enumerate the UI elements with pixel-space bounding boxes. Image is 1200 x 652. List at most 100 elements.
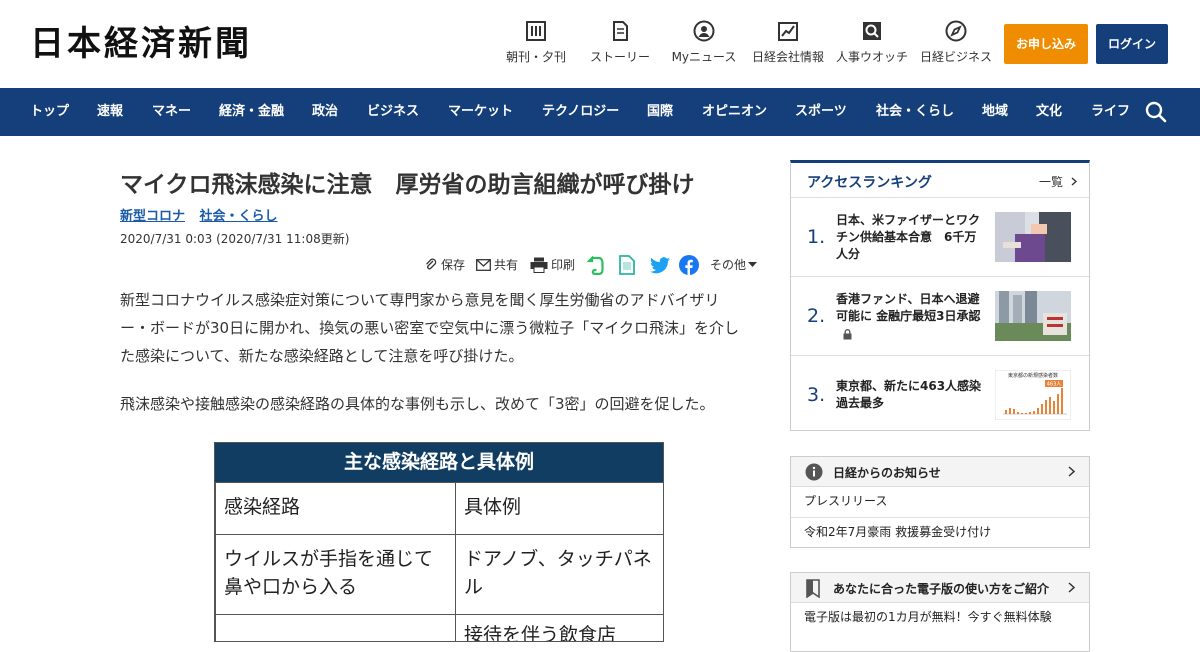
- article-paragraph: 新型コロナウイルス感染症対策について専門家から意見を聞く厚生労働省のアドバイザリ…: [120, 291, 739, 365]
- other-share-dropdown[interactable]: その他: [710, 255, 760, 275]
- print-button[interactable]: 印刷: [530, 255, 575, 275]
- share-label: 共有: [494, 258, 519, 272]
- bookmark-icon: [806, 579, 820, 598]
- notice-item[interactable]: プレスリリース: [791, 487, 1089, 517]
- infection-route-figure[interactable]: 主な感染経路と具体例 感染経路 具体例 ウイルスが手指を通じて鼻や口から入る ド…: [214, 442, 664, 642]
- table-row: 感染経路 具体例: [215, 482, 663, 535]
- table-cell: ウイルスが手指を通じて鼻や口から入る: [215, 534, 456, 615]
- nav-item[interactable]: オピニオン: [702, 88, 767, 136]
- link-personnel-watch-label: 人事ウオッチ: [835, 50, 908, 64]
- table-header-cell: 具体例: [455, 482, 663, 535]
- nav-item[interactable]: ライフ: [1091, 88, 1130, 136]
- access-ranking: アクセスランキング 一覧 1. 日本、米ファイザーとワクチン供給基本合意 6千万…: [790, 160, 1090, 431]
- link-paper-edition[interactable]: 朝刊・夕刊: [494, 20, 578, 65]
- ranking-headline: 香港ファンド、日本へ退避可能に 金融庁最短3日承認: [836, 292, 981, 323]
- save-label: 保存: [441, 258, 466, 272]
- caret-down-icon: [748, 262, 757, 267]
- search-person-icon: [863, 22, 881, 40]
- site-logo[interactable]: 日本経済新聞: [30, 24, 252, 64]
- link-story[interactable]: ストーリー: [578, 20, 662, 65]
- nav-item[interactable]: 政治: [312, 88, 338, 136]
- nav-item[interactable]: 文化: [1036, 88, 1062, 136]
- nav-item[interactable]: マネー: [152, 88, 191, 136]
- search-icon[interactable]: [1144, 100, 1168, 124]
- site-header: 日本経済新聞 朝刊・夕刊 ストーリー Myニュース 日経会社情報 人事ウオッチ …: [0, 0, 1200, 88]
- user-icon: [693, 20, 715, 42]
- notices-title: 日経からのお知らせ: [833, 466, 941, 480]
- link-company-info[interactable]: 日経会社情報: [746, 20, 830, 65]
- table-header-cell: 感染経路: [215, 482, 456, 535]
- ranking-item[interactable]: 2. 香港ファンド、日本へ退避可能に 金融庁最短3日承認: [791, 276, 1089, 354]
- nav-item[interactable]: ビジネス: [367, 88, 419, 136]
- nav-item[interactable]: 社会・くらし: [876, 88, 954, 136]
- twitter-icon: [650, 256, 670, 273]
- ranking-number: 3.: [807, 384, 826, 406]
- guide-header[interactable]: あなたに合った電子版の使い方をご紹介: [791, 573, 1089, 603]
- table-row: ウイルスが手指を通じて鼻や口から入る ドアノブ、タッチパネル: [215, 534, 663, 615]
- facebook-button[interactable]: [679, 255, 702, 275]
- ranking-item[interactable]: 3. 東京都、新たに463人感染 過去最多 東京都の新規感染者数 463人: [791, 355, 1089, 433]
- nav-item[interactable]: 速報: [97, 88, 123, 136]
- mail-icon: [476, 259, 491, 271]
- link-personnel-watch[interactable]: 人事ウオッチ: [830, 20, 914, 65]
- nav-item[interactable]: 経済・金融: [219, 88, 284, 136]
- nav-item[interactable]: 地域: [982, 88, 1008, 136]
- chevron-right-icon: [1068, 582, 1075, 593]
- subscribe-button[interactable]: お申し込み: [1004, 24, 1088, 64]
- article-date: 2020/7/31 0:03 (2020/7/31 11:08更新): [120, 232, 350, 246]
- chart-icon: [778, 22, 798, 41]
- link-story-label: ストーリー: [589, 50, 650, 64]
- share-button[interactable]: 共有: [476, 255, 518, 275]
- ranking-thumbnail: [995, 291, 1071, 341]
- ranking-headline: 東京都、新たに463人感染 過去最多: [836, 379, 994, 410]
- nav-item[interactable]: スポーツ: [795, 88, 847, 136]
- paperclip-icon: [426, 258, 437, 270]
- info-icon: [805, 463, 823, 481]
- ranking-thumbnail: [995, 212, 1071, 262]
- link-my-news-label: Myニュース: [671, 50, 737, 64]
- ranking-more-label: 一覧: [1039, 175, 1064, 189]
- evernote-button[interactable]: [587, 255, 608, 275]
- figure-table: 感染経路 具体例 ウイルスが手指を通じて鼻や口から入る ドアノブ、タッチパネル …: [215, 482, 663, 641]
- notices-header[interactable]: 日経からのお知らせ: [791, 457, 1089, 487]
- link-nikkei-business-label: 日経ビジネス: [919, 50, 992, 64]
- link-my-news[interactable]: Myニュース: [662, 20, 746, 65]
- table-cell: 接待を伴う飲食店: [455, 614, 663, 641]
- evernote-icon: [587, 255, 604, 275]
- ranking-more-link[interactable]: 一覧: [1039, 173, 1077, 190]
- tag-link[interactable]: 新型コロナ: [120, 209, 185, 224]
- thumb-chart-badge: 463人: [1047, 382, 1062, 388]
- article-tags: 新型コロナ 社会・くらし: [120, 208, 288, 226]
- guide-box: あなたに合った電子版の使い方をご紹介 電子版は最初の1カ月が無料！今すぐ無料体験: [790, 572, 1090, 652]
- print-icon: [530, 257, 548, 273]
- clip-note-button[interactable]: [619, 255, 638, 275]
- tag-link[interactable]: 社会・くらし: [200, 209, 278, 224]
- ranking-item[interactable]: 1. 日本、米ファイザーとワクチン供給基本合意 6千万人分: [791, 197, 1089, 275]
- link-nikkei-business[interactable]: 日経ビジネス: [914, 20, 998, 65]
- save-button[interactable]: 保存: [424, 255, 465, 275]
- nav-item[interactable]: トップ: [30, 88, 69, 136]
- ranking-title: アクセスランキング: [807, 175, 932, 191]
- nikkei-notices: 日経からのお知らせ プレスリリース 令和2年7月豪雨 救援募金受け付け: [790, 456, 1090, 548]
- nav-item[interactable]: テクノロジー: [542, 88, 619, 136]
- ranking-number: 1.: [807, 226, 826, 248]
- note-icon: [619, 255, 635, 275]
- article-paragraph: 飛沫感染や接触感染の感染経路の具体的な事例も示し、改めて「3密」の回避を促した。: [120, 395, 715, 413]
- twitter-button[interactable]: [650, 255, 673, 275]
- notice-item[interactable]: 令和2年7月豪雨 救援募金受け付け: [791, 517, 1089, 547]
- guide-item[interactable]: 電子版は最初の1カ月が無料！今すぐ無料体験: [791, 603, 1089, 633]
- table-cell: ドアノブ、タッチパネル: [455, 534, 663, 615]
- newspaper-icon: [526, 21, 546, 41]
- share-toolbar: 保存 共有 印刷 その他: [120, 255, 760, 277]
- nav-item[interactable]: マーケット: [448, 88, 513, 136]
- login-button[interactable]: ログイン: [1096, 24, 1168, 64]
- link-paper-edition-label: 朝刊・夕刊: [505, 50, 566, 64]
- facebook-icon: [679, 255, 699, 275]
- other-label: その他: [710, 258, 747, 272]
- print-label: 印刷: [551, 258, 576, 272]
- ranking-number: 2.: [807, 305, 826, 327]
- compass-icon: [945, 20, 967, 42]
- nav-item[interactable]: 国際: [647, 88, 673, 136]
- guide-title: あなたに合った電子版の使い方をご紹介: [833, 582, 1050, 596]
- link-company-info-label: 日経会社情報: [751, 50, 824, 64]
